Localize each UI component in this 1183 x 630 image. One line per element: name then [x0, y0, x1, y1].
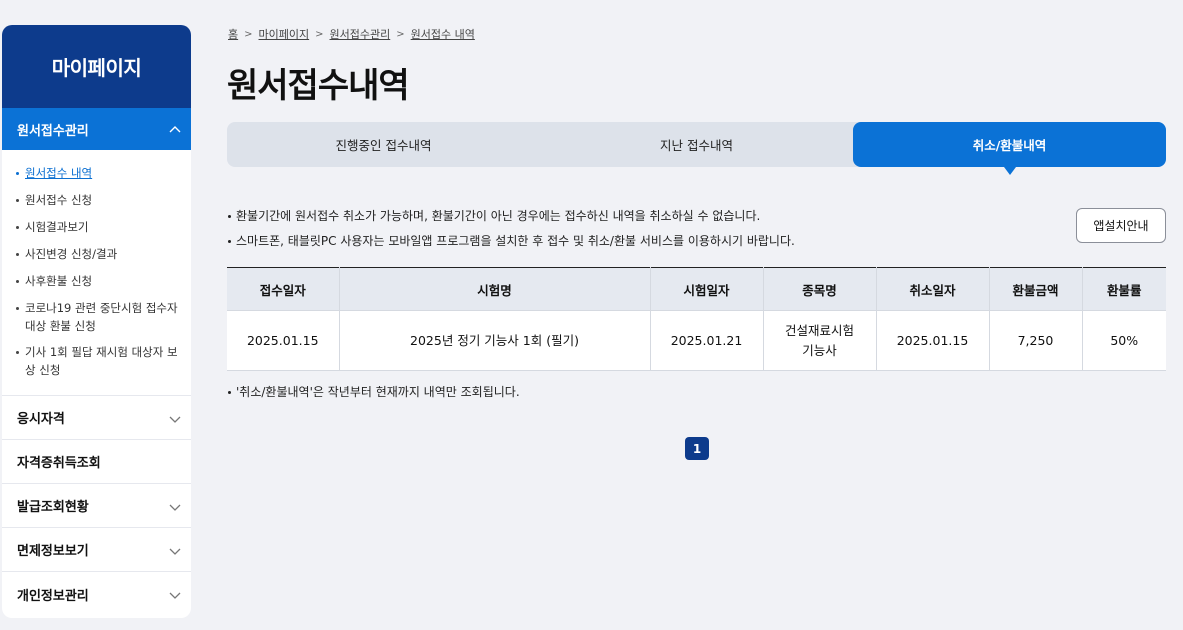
sidebar-item-retest-compensation[interactable]: 기사 1회 필답 재시험 대상자 보상 신청: [2, 339, 191, 383]
sidebar-item-label: 코로나19 관련 중단시험 접수자 대상 환불 신청: [25, 301, 178, 333]
sidebar-submenu: 원서접수 내역 원서접수 신청 시험결과보기 사진변경 신청/결과 사후환불 신…: [2, 150, 191, 396]
column-header-subject: 종목명: [763, 267, 877, 311]
tab-cancel-refund[interactable]: 취소/환불내역: [853, 122, 1166, 175]
sidebar-item-exam-results[interactable]: 시험결과보기: [2, 214, 191, 241]
sidebar-menu-personal-info[interactable]: 개인정보관리: [2, 572, 191, 616]
notice-item: 환불기간에 원서접수 취소가 가능하며, 환불기간이 아닌 경우에는 접수하신 …: [228, 204, 795, 229]
bullet-icon: [16, 307, 19, 310]
app-install-guide-button[interactable]: 앱설치안내: [1076, 208, 1166, 243]
chevron-right-icon: >: [396, 28, 405, 40]
bullet-icon: [16, 253, 19, 256]
sidebar-item-post-refund[interactable]: 사후환불 신청: [2, 268, 191, 295]
chevron-down-icon: [169, 545, 181, 555]
breadcrumb-application-management[interactable]: 원서접수관리: [330, 26, 391, 42]
sidebar-menu-qualification[interactable]: 응시자격: [2, 396, 191, 440]
tab-bar: 진행중인 접수내역 지난 접수내역 취소/환불내역: [227, 122, 1166, 175]
page-title: 원서접수내역: [227, 66, 410, 106]
table-header-row: 접수일자 시험명 시험일자 종목명 취소일자 환불금액 환불률: [227, 267, 1166, 311]
tab-past-applications[interactable]: 지난 접수내역: [540, 122, 853, 167]
chevron-up-icon: [169, 124, 181, 134]
cell-subject-line: 건설재료시험: [784, 322, 854, 338]
sidebar-item-label: 기사 1회 필답 재시험 대상자 보상 신청: [25, 345, 178, 377]
sidebar-menu-label: 자격증취득조회: [17, 456, 101, 471]
chevron-right-icon: >: [244, 28, 253, 40]
cell-exam-name: 2025년 정기 기능사 1회 (필기): [339, 310, 651, 371]
cell-subject-line: 기능사: [802, 342, 837, 358]
column-header-refund-amount: 환불금액: [989, 267, 1083, 311]
sidebar-item-label: 시험결과보기: [25, 220, 89, 234]
sidebar-item-label: 원서접수 내역: [25, 166, 93, 180]
sidebar-menu-issuance-status[interactable]: 발급조회현황: [2, 484, 191, 528]
sidebar-section-application-management[interactable]: 원서접수관리: [2, 108, 191, 150]
cell-cancel-date: 2025.01.15: [876, 310, 990, 371]
breadcrumb-application-history[interactable]: 원서접수 내역: [411, 26, 475, 42]
tab-ongoing-applications[interactable]: 진행중인 접수내역: [227, 122, 540, 167]
sidebar-menu-certificate-lookup[interactable]: 자격증취득조회: [2, 440, 191, 484]
sidebar-item-label: 원서접수 신청: [25, 193, 93, 207]
column-header-cancel-date: 취소일자: [876, 267, 990, 311]
cell-exam-date: 2025.01.21: [650, 310, 764, 371]
sidebar-menu-label: 발급조회현황: [17, 500, 89, 515]
sidebar-item-label: 사후환불 신청: [25, 274, 93, 288]
notice-item: 스마트폰, 태블릿PC 사용자는 모바일앱 프로그램을 설치한 후 접수 및 취…: [228, 229, 795, 254]
bullet-icon: [16, 351, 19, 354]
sidebar-menu-label: 개인정보관리: [17, 588, 89, 604]
sidebar-section-label: 원서접수관리: [17, 123, 89, 139]
column-header-exam-date: 시험일자: [650, 267, 764, 311]
notice-list: 환불기간에 원서접수 취소가 가능하며, 환불기간이 아닌 경우에는 접수하신 …: [228, 204, 795, 254]
bullet-icon: [16, 172, 19, 175]
sidebar-item-application-request[interactable]: 원서접수 신청: [2, 187, 191, 214]
cell-refund-amount: 7,250: [989, 310, 1083, 371]
breadcrumb: 홈 > 마이페이지 > 원서접수관리 > 원서접수 내역: [228, 26, 475, 42]
sidebar-menu-label: 면제정보보기: [17, 544, 89, 559]
bullet-icon: [16, 199, 19, 202]
sidebar-item-covid-refund[interactable]: 코로나19 관련 중단시험 접수자 대상 환불 신청: [2, 295, 191, 339]
chevron-right-icon: >: [315, 28, 324, 40]
pagination-page-1[interactable]: 1: [685, 437, 709, 460]
column-header-refund-rate: 환불률: [1082, 267, 1166, 311]
cell-receipt-date: 2025.01.15: [227, 310, 340, 371]
sidebar: 마이페이지 원서접수관리 원서접수 내역 원서접수 신청 시험결과보기 사진변경…: [2, 25, 191, 618]
bullet-icon: [16, 280, 19, 283]
table-row: 2025.01.15 2025년 정기 기능사 1회 (필기) 2025.01.…: [227, 310, 1166, 371]
chevron-down-icon: [169, 589, 181, 599]
bullet-icon: [16, 226, 19, 229]
chevron-down-icon: [169, 413, 181, 423]
sidebar-item-application-history[interactable]: 원서접수 내역: [2, 160, 191, 187]
chevron-down-icon: [169, 501, 181, 511]
sidebar-menu-label: 응시자격: [17, 412, 65, 427]
cell-subject: 건설재료시험 기능사: [763, 310, 877, 371]
sidebar-item-label: 사진변경 신청/결과: [25, 247, 118, 261]
sidebar-item-photo-change[interactable]: 사진변경 신청/결과: [2, 241, 191, 268]
breadcrumb-mypage[interactable]: 마이페이지: [259, 26, 310, 42]
cell-refund-rate: 50%: [1082, 310, 1166, 371]
refund-table: 접수일자 시험명 시험일자 종목명 취소일자 환불금액 환불률 2025.01.…: [227, 267, 1166, 371]
breadcrumb-home[interactable]: 홈: [228, 26, 238, 42]
sidebar-menu-exemption-info[interactable]: 면제정보보기: [2, 528, 191, 572]
footnote: '취소/환불내역'은 작년부터 현재까지 내역만 조회됩니다.: [228, 383, 520, 400]
sidebar-title: 마이페이지: [2, 25, 191, 108]
column-header-receipt-date: 접수일자: [227, 267, 340, 311]
column-header-exam-name: 시험명: [339, 267, 651, 311]
